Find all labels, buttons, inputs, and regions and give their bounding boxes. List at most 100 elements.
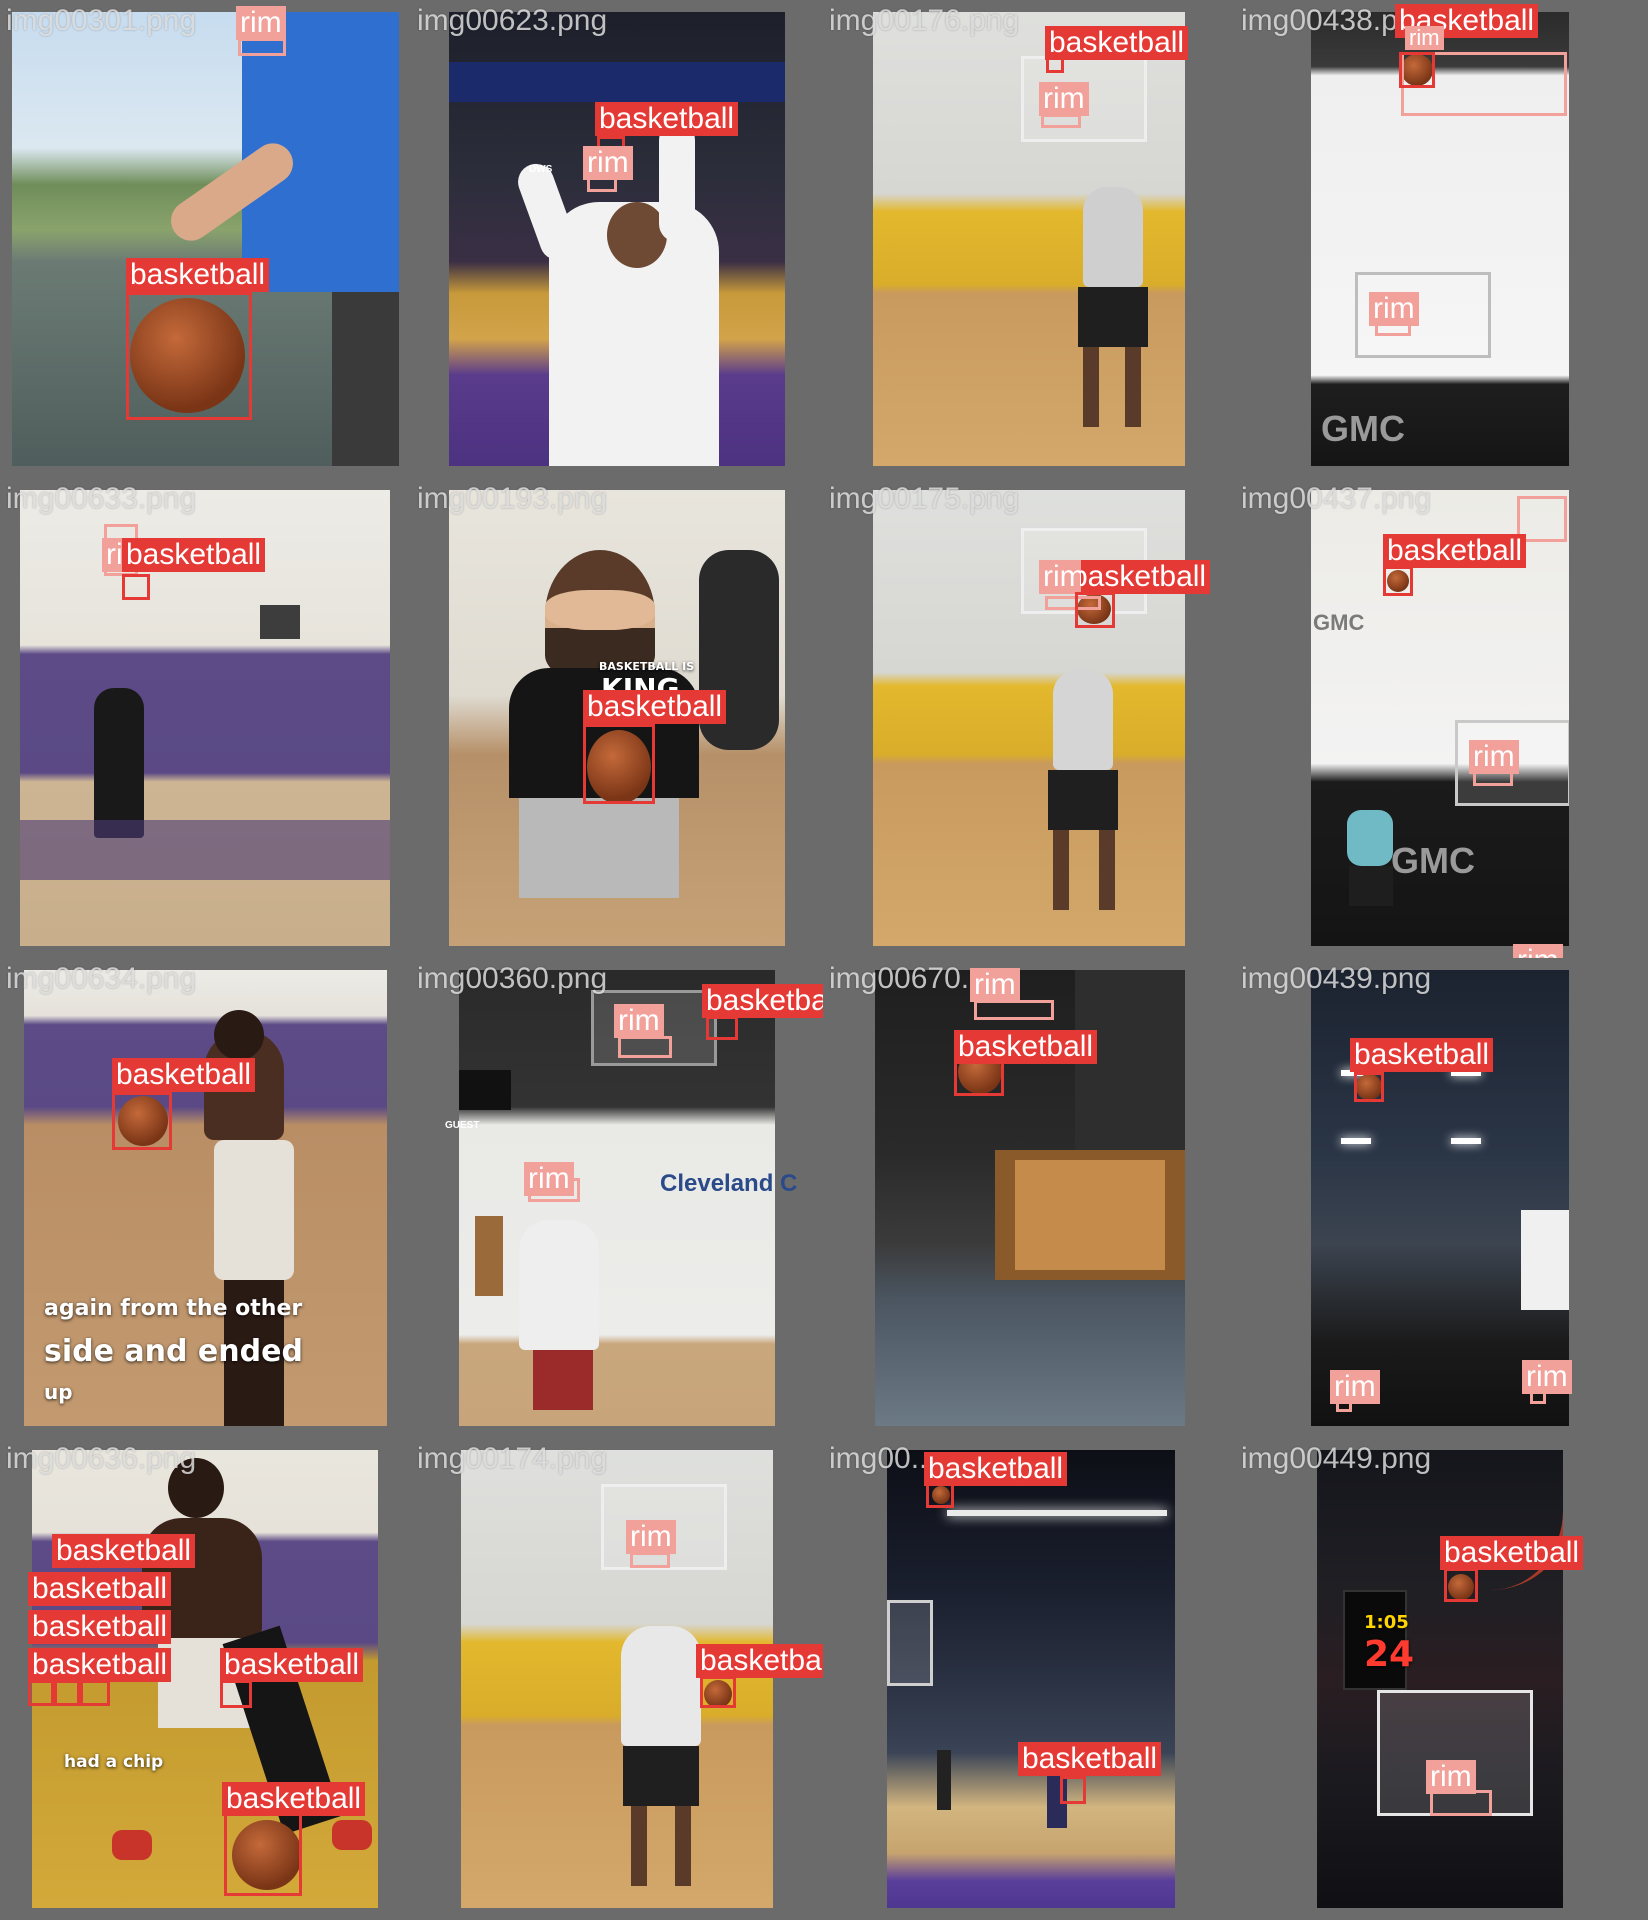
file-name: img00633.png — [6, 482, 197, 515]
caption-line-3: up — [44, 1380, 73, 1404]
wall — [1521, 1210, 1569, 1310]
dws-logo: DWS — [529, 164, 553, 175]
basketball-label: basketball — [122, 538, 266, 572]
rim-label: rim — [1513, 944, 1563, 958]
red-shoe — [112, 1830, 152, 1860]
file-name: img00437.png — [1241, 482, 1432, 515]
photo — [887, 1450, 1175, 1908]
gmc-logo: GMC — [1313, 610, 1365, 635]
caption-line-1: again from the other — [44, 1296, 303, 1321]
rim-box — [1041, 114, 1081, 128]
banner — [449, 62, 785, 102]
basketball-label: basketball — [220, 1648, 364, 1682]
basketball-label: basketball — [1440, 1536, 1584, 1570]
basketball-label: basketball — [924, 1452, 1068, 1486]
basketball-box — [1399, 52, 1435, 88]
file-name: img00636.png — [6, 1442, 197, 1475]
basketball-box — [1444, 1568, 1478, 1602]
file-name: img00360.png — [417, 962, 608, 995]
gmc-logo: GMC — [1391, 840, 1475, 881]
pants — [332, 292, 399, 466]
rim-label: rim — [236, 6, 286, 40]
rim-box — [238, 38, 286, 56]
grid-cell: img00439.png basketball rim rim — [1235, 958, 1648, 1438]
grid-cell: had a chip img00636.png basketball baske… — [0, 1438, 411, 1920]
door — [475, 1216, 503, 1296]
rim-box — [618, 1036, 672, 1058]
basketball-box — [126, 292, 252, 420]
basketball-label: basketball — [1018, 1742, 1162, 1776]
shorts — [1048, 770, 1118, 830]
photo — [873, 490, 1185, 946]
light — [1341, 1138, 1371, 1144]
basketball-label: basketball — [1081, 560, 1211, 594]
photo — [873, 12, 1185, 466]
file-name: img00193.png — [417, 482, 608, 515]
leg — [675, 1806, 691, 1886]
cleveland-sign: Cleveland C — [660, 1170, 798, 1197]
file-name: img00... — [829, 1442, 936, 1475]
basketball-box — [1383, 566, 1413, 596]
grid-cell: img00... basketball basketball — [823, 1438, 1235, 1920]
leg — [631, 1806, 647, 1886]
file-name: img00175.png — [829, 482, 1020, 515]
basketball-label: basketball — [28, 1572, 172, 1606]
white-shirt — [519, 1220, 599, 1350]
red-shorts — [533, 1350, 593, 1410]
photo — [449, 12, 785, 466]
rim-box — [974, 1000, 1054, 1020]
basketball-box — [220, 1680, 252, 1708]
basketball-box — [700, 1676, 736, 1708]
speaker — [260, 605, 300, 639]
face — [545, 590, 655, 630]
wooden-panels — [1015, 1160, 1165, 1270]
basketball-box — [80, 1680, 110, 1706]
scoreboard-text: GUEST — [445, 1120, 480, 1131]
file-name: img00174.png — [417, 1442, 608, 1475]
image-grid: img00301.png rim basketball DWS img00623… — [0, 0, 1648, 1920]
basketball-label: basketball — [696, 1644, 823, 1678]
basketball-box — [122, 574, 150, 600]
photo — [1317, 1450, 1563, 1908]
grid-cell: img00633.png ri basketball — [0, 478, 411, 958]
basketball-label: basketball — [52, 1534, 196, 1568]
leg — [1083, 347, 1099, 427]
basketball-box — [1354, 1072, 1384, 1102]
rim-label: rim — [583, 146, 633, 180]
basketball-box — [1075, 592, 1115, 628]
grid-cell: again from the other side and ended up i… — [0, 958, 411, 1438]
basketball-box — [706, 1016, 738, 1040]
basketball-box — [54, 1680, 80, 1706]
person — [94, 688, 144, 838]
file-name: img00176.png — [829, 4, 1020, 37]
grid-cell: BASKETBALL IS KING img00193.png basketba… — [411, 478, 823, 958]
shorts — [623, 1746, 699, 1806]
grid-cell: GMC img00438.png basketball rim rim — [1235, 0, 1648, 478]
grid-cell: img00670.png rim basketball — [823, 958, 1235, 1438]
caption-line-2: side and ended — [44, 1334, 303, 1369]
leg — [1099, 830, 1115, 910]
basketball-label: basketball — [28, 1648, 172, 1682]
basketball-label: basketball — [126, 258, 270, 292]
scoreboard — [459, 1070, 511, 1110]
rim-label: rim — [1039, 82, 1089, 116]
file-name: img00449.png — [1241, 1442, 1432, 1475]
grid-cell: DWS img00623.png basketball rim — [411, 0, 823, 478]
grid-cell: GUEST Cleveland C img00360.png rim baske… — [411, 958, 823, 1438]
basketball-box — [1060, 1776, 1086, 1804]
backboard — [887, 1600, 933, 1686]
rim-label: rim — [626, 1520, 676, 1554]
arm — [659, 122, 695, 242]
basketball-box — [112, 1092, 172, 1150]
shorts — [519, 798, 679, 898]
leg — [1125, 347, 1141, 427]
basketball-label: basketball — [28, 1610, 172, 1644]
shorts — [1078, 287, 1148, 347]
shorts — [214, 1140, 294, 1280]
grid-cell: img00174.png rim basketball — [411, 1438, 823, 1920]
grey-shirt — [1053, 670, 1113, 770]
basketball-label: basketball — [222, 1782, 366, 1816]
basketball-box — [583, 724, 655, 804]
light-bar — [947, 1510, 1167, 1516]
gmc-logo: GMC — [1321, 408, 1405, 449]
